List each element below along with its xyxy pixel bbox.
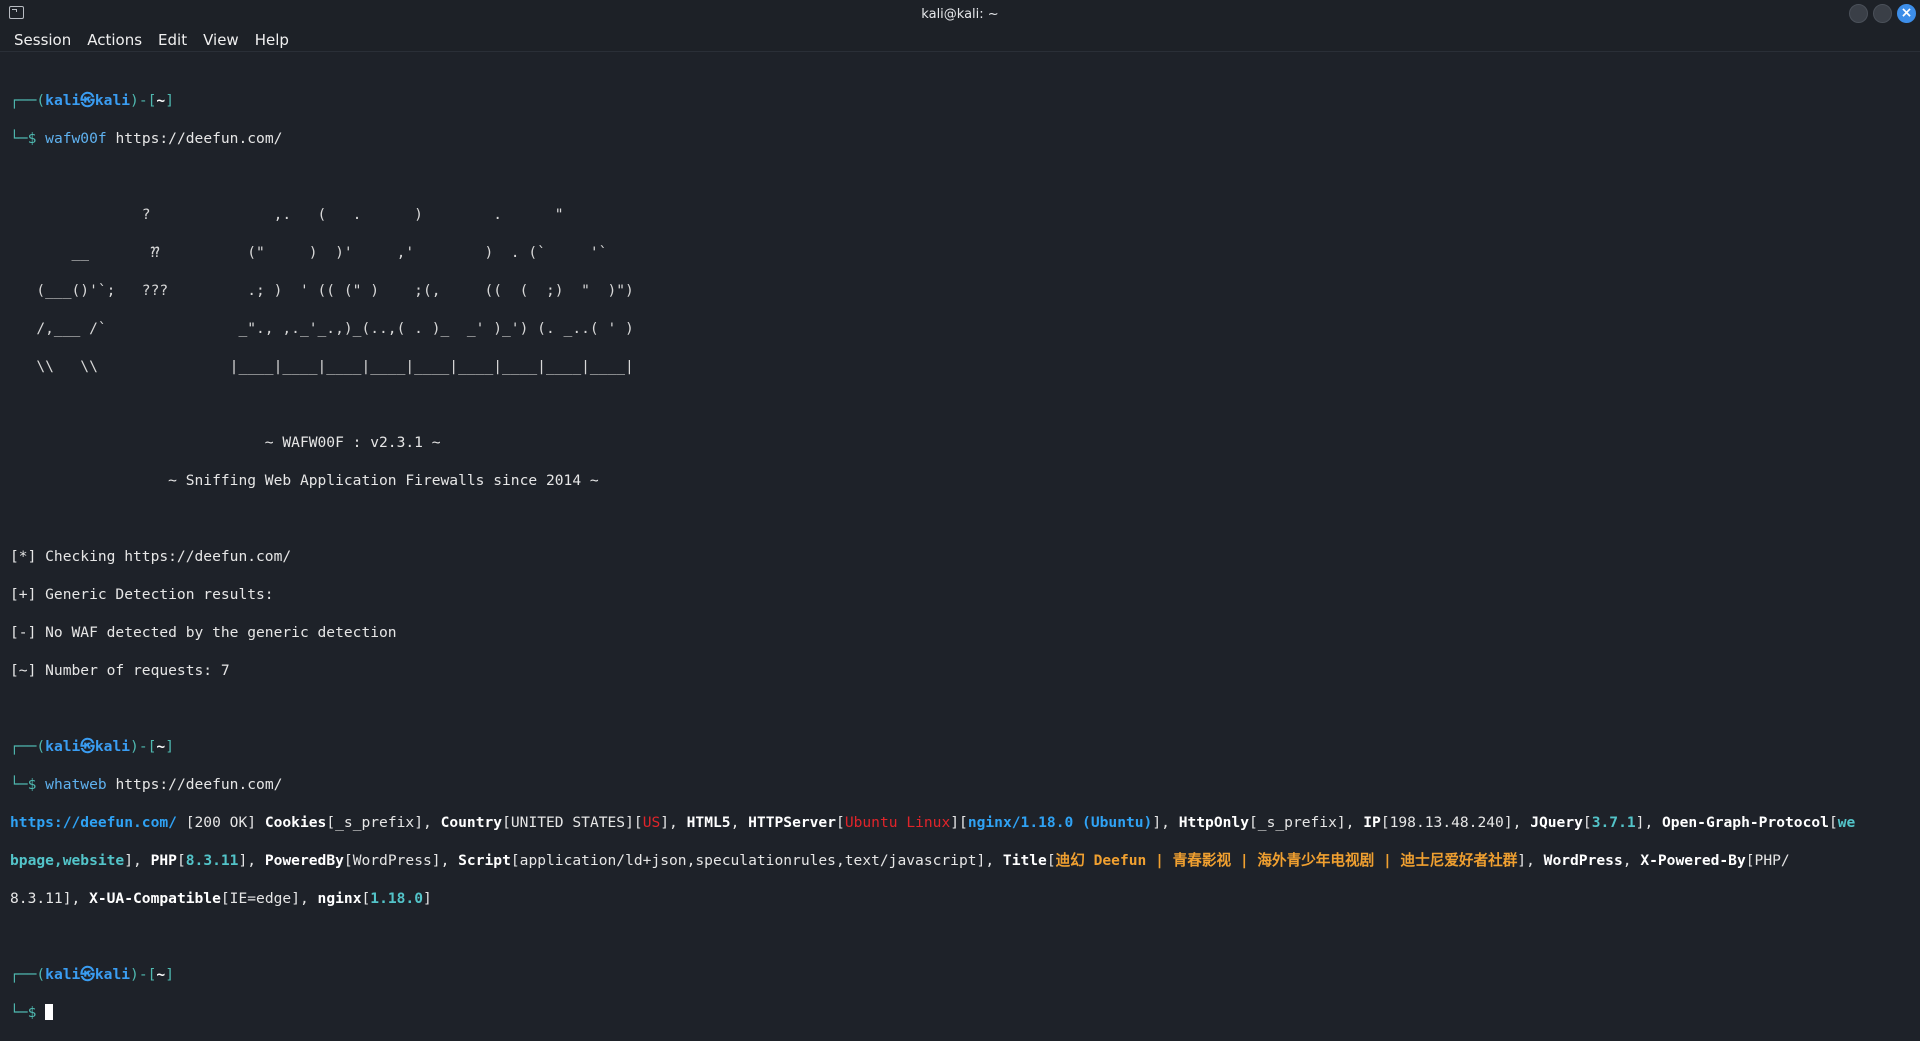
terminal-icon[interactable] bbox=[9, 6, 24, 19]
ascii-art-line: (___()'`; ??? .; ) ' (( (" ) ;(, (( ( ;)… bbox=[10, 282, 634, 299]
window-controls: × bbox=[1849, 4, 1916, 23]
whatweb-output-line: https://deefun.com/ [200 OK] Cookies[_s_… bbox=[10, 814, 1856, 831]
result-line: [-] No WAF detected by the generic detec… bbox=[10, 624, 397, 641]
result-line: [~] Number of requests: 7 bbox=[10, 662, 230, 679]
prompt-line: ┌──(kali㉿kali)-[~] bbox=[10, 738, 174, 755]
command-line: └─$ whatweb https://deefun.com/ bbox=[10, 776, 283, 793]
ascii-art-line: \\ \\ |____|____|____|____|____|____|___… bbox=[10, 358, 634, 375]
whatweb-output-line: 8.3.11], X-UA-Compatible[IE=edge], nginx… bbox=[10, 890, 432, 907]
text-cursor bbox=[45, 1004, 54, 1020]
result-line: [*] Checking https://deefun.com/ bbox=[10, 548, 292, 565]
command-line: └─$ wafw00f https://deefun.com/ bbox=[10, 130, 283, 147]
menu-bar: Session Actions Edit View Help bbox=[0, 28, 1920, 52]
menu-session[interactable]: Session bbox=[6, 31, 79, 49]
ascii-art-line: __ ⁇ (" ) )' ,' ) . (` '` bbox=[10, 244, 608, 261]
window-title: kali@kali: ~ bbox=[921, 6, 999, 22]
whatweb-output-line: bpage,website], PHP[8.3.11], PoweredBy[W… bbox=[10, 852, 1790, 869]
prompt-line: ┌──(kali㉿kali)-[~] bbox=[10, 92, 174, 109]
title-bar: kali@kali: ~ × bbox=[0, 0, 1920, 28]
maximize-button[interactable] bbox=[1873, 4, 1892, 23]
result-line: [+] Generic Detection results: bbox=[10, 586, 274, 603]
banner-tagline: ~ Sniffing Web Application Firewalls sin… bbox=[10, 472, 599, 489]
menu-edit[interactable]: Edit bbox=[150, 31, 195, 49]
menu-actions[interactable]: Actions bbox=[79, 31, 150, 49]
menu-view[interactable]: View bbox=[195, 31, 247, 49]
banner-version: ~ WAFW00F : v2.3.1 ~ bbox=[10, 434, 441, 451]
active-prompt-line[interactable]: └─$ bbox=[10, 1003, 1920, 1022]
menu-help[interactable]: Help bbox=[247, 31, 297, 49]
terminal-output[interactable]: ┌──(kali㉿kali)-[~] └─$ wafw00f https://d… bbox=[10, 72, 1920, 1041]
ascii-art-line: ? ,. ( . ) . " bbox=[10, 206, 564, 223]
minimize-button[interactable] bbox=[1849, 4, 1868, 23]
ascii-art-line: /,___ /` _"., ,._'_.,)_(..,( . )_ _' )_'… bbox=[10, 320, 634, 337]
close-button[interactable]: × bbox=[1897, 4, 1916, 23]
prompt-line: ┌──(kali㉿kali)-[~] bbox=[10, 966, 174, 983]
close-icon: × bbox=[1900, 5, 1913, 21]
